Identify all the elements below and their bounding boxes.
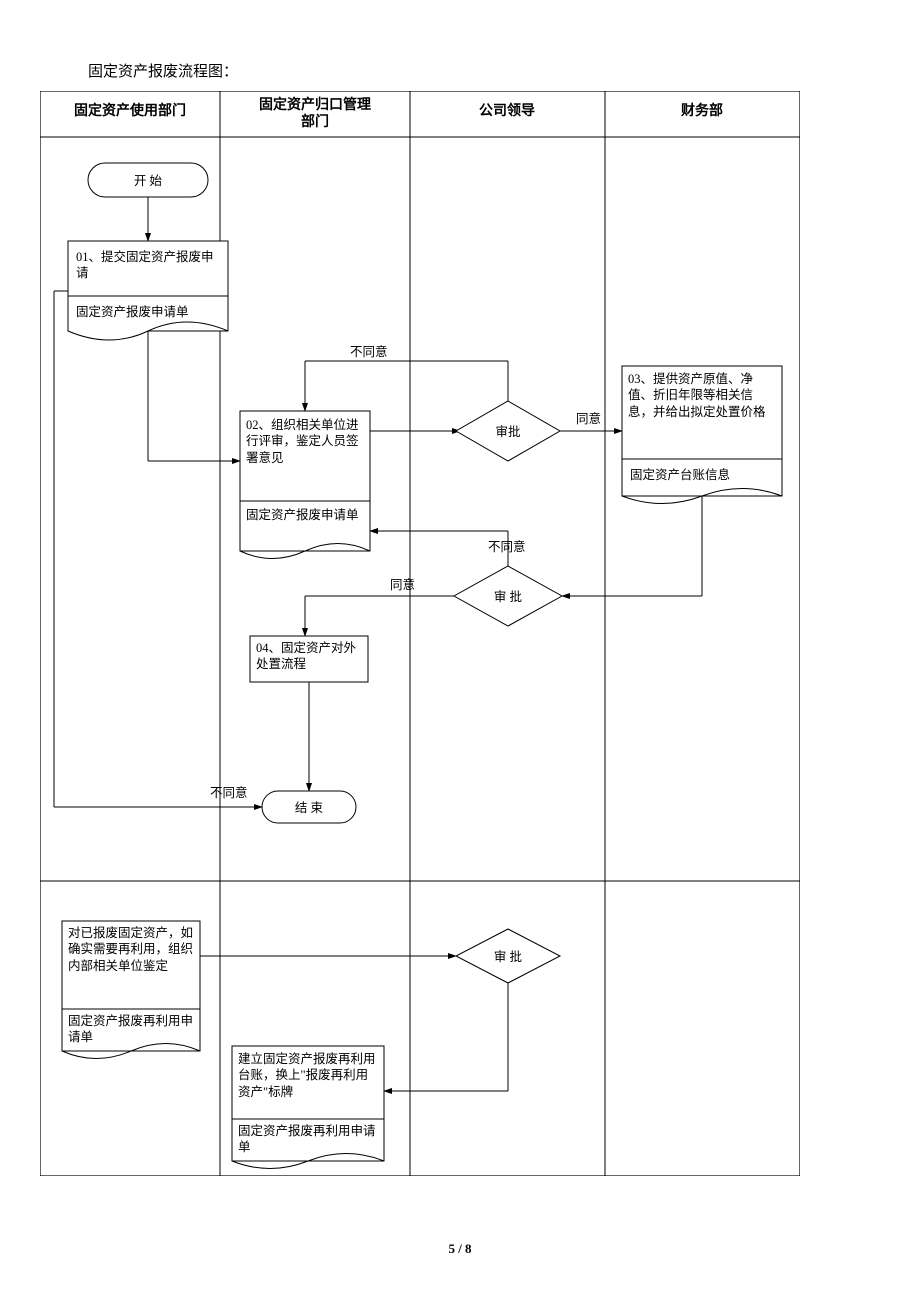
svg-text:固定资产台账信息: 固定资产台账信息 — [630, 467, 730, 482]
svg-text:固定资产报废申请单: 固定资产报废申请单 — [76, 304, 189, 319]
svg-text:审 批: 审 批 — [494, 589, 522, 604]
node-03: 03、提供资产原值、净值、折旧年限等相关信息，并给出拟定处置价格 固定资产台账信… — [622, 366, 782, 504]
decision-3: 审 批 — [456, 929, 560, 983]
flowchart: 固定资产使用部门 固定资产归口管理 部门 公司领导 财务部 开 始 01、提交固… — [40, 91, 880, 1181]
label-disagree-3: 不同意 — [210, 785, 248, 800]
node-reuse-2: 建立固定资产报废再利用台账，换上"报废再利用资产"标牌 固定资产报废再利用申请单 — [232, 1046, 384, 1169]
label-disagree-1: 不同意 — [350, 344, 388, 359]
page-footer: 5 / 8 — [40, 1241, 880, 1257]
node-02: 02、组织相关单位进行评审，鉴定人员签署意见 固定资产报废申请单 — [240, 411, 370, 559]
col-header-4: 财务部 — [680, 102, 723, 119]
page-title: 固定资产报废流程图： — [88, 60, 880, 81]
svg-text:审 批: 审 批 — [494, 949, 522, 964]
node-start: 开 始 — [134, 174, 163, 188]
col-header-2b: 部门 — [301, 113, 329, 130]
node-01: 01、提交固定资产报废申请 固定资产报废申请单 — [68, 241, 228, 341]
svg-text:审批: 审批 — [495, 424, 520, 439]
col-header-2: 固定资产归口管理 — [259, 96, 371, 113]
label-disagree-2: 不同意 — [488, 539, 526, 554]
col-header-1: 固定资产使用部门 — [74, 102, 186, 119]
label-agree-2: 同意 — [390, 577, 415, 592]
node-end: 结 束 — [295, 801, 324, 815]
col-header-3: 公司领导 — [479, 102, 535, 119]
decision-2: 审 批 — [454, 566, 562, 626]
node-reuse-1: 对已报废固定资产，如确实需要再利用，组织内部相关单位鉴定 固定资产报废再利用申请… — [62, 921, 200, 1059]
label-agree-1: 同意 — [576, 411, 601, 426]
decision-1: 审批 — [456, 401, 560, 461]
node-04: 04、固定资产对外处置流程 — [250, 636, 368, 682]
